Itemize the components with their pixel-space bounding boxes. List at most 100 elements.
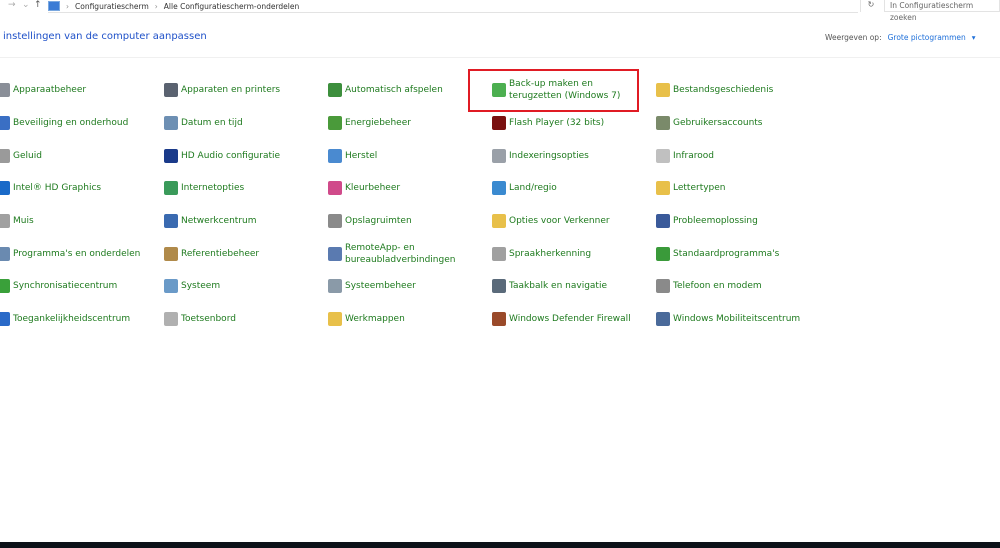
control-panel-item[interactable]: Internetopties: [164, 172, 328, 205]
control-panel-item[interactable]: Toegankelijkheidscentrum: [0, 303, 164, 336]
control-panel-item[interactable]: Gebruikersaccounts: [656, 107, 820, 140]
item-label[interactable]: Windows Defender Firewall: [509, 313, 631, 325]
item-label[interactable]: Standaardprogramma's: [673, 248, 779, 260]
item-icon: [656, 246, 670, 261]
control-panel-item[interactable]: Windows Defender Firewall: [492, 303, 656, 336]
item-label[interactable]: Taakbalk en navigatie: [509, 280, 607, 292]
view-by-dropdown[interactable]: Grote pictogrammen: [888, 33, 966, 42]
item-label[interactable]: Apparaatbeheer: [13, 84, 86, 96]
item-label[interactable]: Energiebeheer: [345, 117, 411, 129]
forward-icon[interactable]: →: [8, 0, 16, 10]
item-icon: [0, 181, 10, 196]
control-panel-item[interactable]: Synchronisatiecentrum: [0, 270, 164, 303]
item-label[interactable]: Indexeringsopties: [509, 150, 589, 162]
control-panel-item[interactable]: Systeem: [164, 270, 328, 303]
control-panel-item[interactable]: Windows Mobiliteitscentrum: [656, 303, 820, 336]
highlight-box: [468, 69, 639, 112]
control-panel-item[interactable]: Toetsenbord: [164, 303, 328, 336]
control-panel-item[interactable]: Referentiebeheer: [164, 237, 328, 270]
chevron-down-icon[interactable]: ⌄: [22, 0, 30, 10]
up-arrow-icon[interactable]: ↑: [34, 0, 42, 10]
item-label[interactable]: Systeembeheer: [345, 280, 416, 292]
item-label[interactable]: Gebruikersaccounts: [673, 117, 763, 129]
item-label[interactable]: Opslagruimten: [345, 215, 412, 227]
item-label[interactable]: Land/regio: [509, 182, 557, 194]
breadcrumb-item[interactable]: Configuratiescherm: [75, 2, 149, 11]
control-panel-item[interactable]: Telefoon en modem: [656, 270, 820, 303]
control-panel-item[interactable]: Infrarood: [656, 139, 820, 172]
item-label[interactable]: Muis: [13, 215, 34, 227]
control-panel-item[interactable]: Werkmappen: [328, 303, 492, 336]
control-panel-item[interactable]: Spraakherkenning: [492, 237, 656, 270]
item-icon: [164, 148, 178, 163]
item-label[interactable]: Flash Player (32 bits): [509, 117, 604, 129]
item-label[interactable]: Systeem: [181, 280, 220, 292]
control-panel-item[interactable]: Taakbalk en navigatie: [492, 270, 656, 303]
item-label[interactable]: Lettertypen: [673, 182, 726, 194]
item-label[interactable]: Datum en tijd: [181, 117, 243, 129]
item-icon: [0, 148, 10, 163]
dropdown-arrow-icon[interactable]: ▾: [972, 33, 976, 42]
item-label[interactable]: Toegankelijkheidscentrum: [13, 313, 130, 325]
item-label[interactable]: Opties voor Verkenner: [509, 215, 610, 227]
refresh-button[interactable]: ↻: [860, 0, 881, 12]
item-label[interactable]: Apparaten en printers: [181, 84, 280, 96]
item-icon: [328, 148, 342, 163]
control-panel-item[interactable]: Kleurbeheer: [328, 172, 492, 205]
control-panel-item[interactable]: Datum en tijd: [164, 107, 328, 140]
item-label[interactable]: Geluid: [13, 150, 42, 162]
control-panel-item[interactable]: Systeembeheer: [328, 270, 492, 303]
item-label[interactable]: Toetsenbord: [181, 313, 236, 325]
item-label[interactable]: Beveiliging en onderhoud: [13, 117, 128, 129]
item-label[interactable]: RemoteApp- en bureaubladverbindingen: [345, 242, 480, 266]
search-input[interactable]: In Configuratiescherm zoeken: [884, 0, 1000, 22]
item-label[interactable]: Bestandsgeschiedenis: [673, 84, 773, 96]
control-panel-item[interactable]: Geluid: [0, 139, 164, 172]
item-label[interactable]: Intel® HD Graphics: [13, 182, 101, 194]
control-panel-item[interactable]: RemoteApp- en bureaubladverbindingen: [328, 237, 492, 270]
item-label[interactable]: Infrarood: [673, 150, 714, 162]
control-panel-item[interactable]: Netwerkcentrum: [164, 205, 328, 238]
control-panel-item[interactable]: Muis: [0, 205, 164, 238]
control-panel-item[interactable]: Opties voor Verkenner: [492, 205, 656, 238]
view-by: Weergeven op: Grote pictogrammen ▾: [825, 33, 976, 42]
item-label[interactable]: Spraakherkenning: [509, 248, 591, 260]
item-label[interactable]: Referentiebeheer: [181, 248, 259, 260]
chevron-right-icon: ›: [66, 1, 69, 11]
control-panel-item[interactable]: Standaardprogramma's: [656, 237, 820, 270]
control-panel-item[interactable]: Programma's en onderdelen: [0, 237, 164, 270]
breadcrumb-item[interactable]: Alle Configuratiescherm-onderdelen: [164, 2, 299, 11]
item-icon: [656, 116, 670, 131]
item-label[interactable]: Programma's en onderdelen: [13, 248, 140, 260]
item-label[interactable]: Probleemoplossing: [673, 215, 758, 227]
control-panel-item[interactable]: Apparaten en printers: [164, 74, 328, 107]
item-icon: [656, 148, 670, 163]
item-label[interactable]: Windows Mobiliteitscentrum: [673, 313, 800, 325]
control-panel-item[interactable]: Bestandsgeschiedenis: [656, 74, 820, 107]
item-label[interactable]: Kleurbeheer: [345, 182, 400, 194]
control-panel-item[interactable]: Lettertypen: [656, 172, 820, 205]
breadcrumb[interactable]: › Configuratiescherm › Alle Configuratie…: [48, 0, 858, 13]
item-icon: [328, 312, 342, 327]
item-icon: [164, 214, 178, 229]
divider: [0, 57, 1000, 58]
item-label[interactable]: Automatisch afspelen: [345, 84, 443, 96]
control-panel-item[interactable]: Herstel: [328, 139, 492, 172]
item-label[interactable]: HD Audio configuratie: [181, 150, 280, 162]
control-panel-item[interactable]: Intel® HD Graphics: [0, 172, 164, 205]
item-label[interactable]: Werkmappen: [345, 313, 405, 325]
item-label[interactable]: Synchronisatiecentrum: [13, 280, 117, 292]
item-label[interactable]: Herstel: [345, 150, 377, 162]
item-icon: [492, 214, 506, 229]
control-panel-item[interactable]: HD Audio configuratie: [164, 139, 328, 172]
control-panel-item[interactable]: Beveiliging en onderhoud: [0, 107, 164, 140]
item-label[interactable]: Internetopties: [181, 182, 244, 194]
control-panel-item[interactable]: Indexeringsopties: [492, 139, 656, 172]
item-label[interactable]: Netwerkcentrum: [181, 215, 257, 227]
control-panel-item[interactable]: Apparaatbeheer: [0, 74, 164, 107]
control-panel-item[interactable]: Probleemoplossing: [656, 205, 820, 238]
item-label[interactable]: Telefoon en modem: [673, 280, 762, 292]
control-panel-item[interactable]: Land/regio: [492, 172, 656, 205]
control-panel-item[interactable]: Opslagruimten: [328, 205, 492, 238]
item-icon: [492, 116, 506, 131]
